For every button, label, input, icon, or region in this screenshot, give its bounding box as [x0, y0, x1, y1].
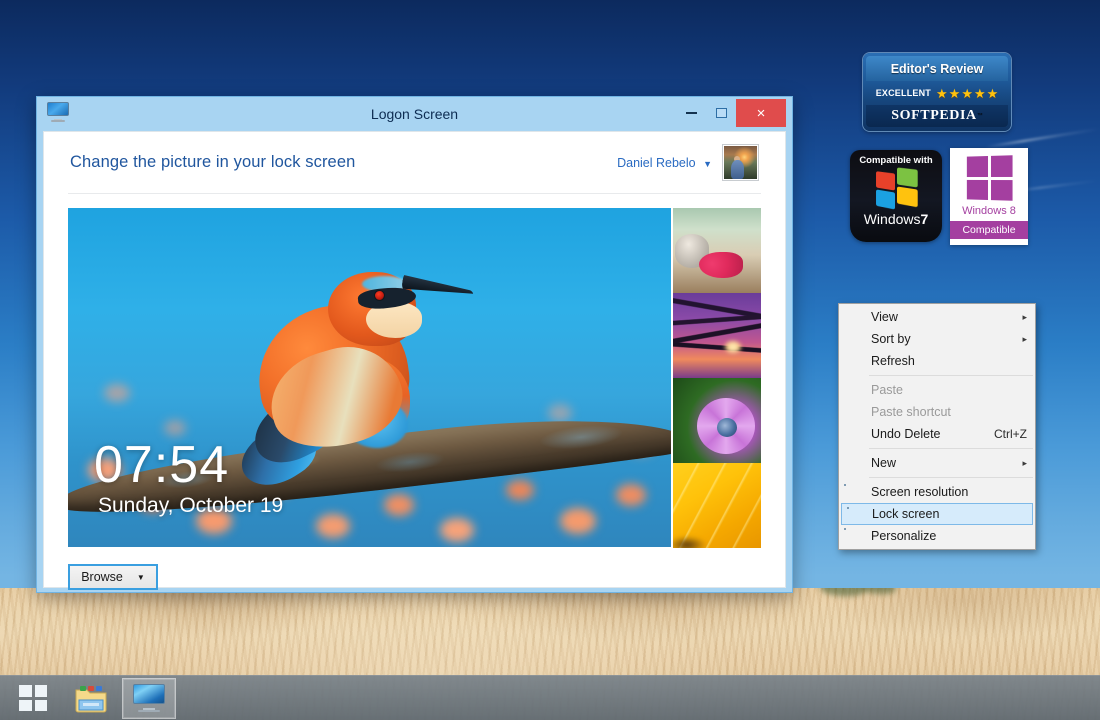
lock-screen-clock: 07:54 Sunday, October 19 — [94, 438, 283, 518]
monitor-blue-icon — [847, 507, 864, 523]
menu-separator — [869, 375, 1033, 376]
menu-item-label: Paste shortcut — [871, 405, 951, 419]
menu-item-label: Refresh — [871, 354, 915, 368]
windows-7-word: Windows — [863, 211, 921, 227]
dune-shrub-icon — [862, 588, 896, 594]
windows-7-badge-name: Windows7 — [864, 211, 929, 227]
menu-item-accelerator: Ctrl+Z — [994, 427, 1027, 441]
menu-item-label: Sort by — [871, 332, 911, 346]
menu-item-label: Paste — [871, 383, 903, 397]
menu-item-paste-shortcut: Paste shortcut — [839, 401, 1035, 423]
chevron-down-icon: ▼ — [703, 158, 712, 169]
softpedia-rating-row: EXCELLENT ★ ★ ★ ★ ★ — [863, 81, 1011, 105]
menu-item-screen-resolution[interactable]: Screen resolution — [839, 481, 1035, 503]
windows-flag-icon — [19, 685, 47, 711]
softpedia-editors-review-badge: Editor's Review EXCELLENT ★ ★ ★ ★ ★ SOFT… — [863, 53, 1011, 131]
windows-7-flag-icon — [874, 167, 920, 210]
star-icon: ★ — [948, 85, 961, 101]
menu-item-sort-by[interactable]: Sort by ▸ — [839, 328, 1035, 350]
monitor-icon — [47, 102, 69, 122]
page-title: Change the picture in your lock screen — [70, 153, 356, 171]
window-content: Change the picture in your lock screen D… — [43, 131, 786, 590]
preview-and-thumbnails: 07:54 Sunday, October 19 — [68, 208, 761, 548]
star-icon: ★ — [986, 85, 999, 101]
monitor-green-icon — [844, 484, 861, 500]
menu-item-lock-screen[interactable]: Lock screen — [841, 503, 1033, 525]
thumbnail-item[interactable] — [673, 378, 761, 463]
folder-icon — [74, 683, 108, 713]
thumbnail-item[interactable] — [673, 293, 761, 378]
menu-item-paste: Paste — [839, 379, 1035, 401]
star-icon: ★ — [961, 85, 973, 101]
start-button[interactable] — [6, 678, 60, 719]
menu-item-refresh[interactable]: Refresh — [839, 350, 1035, 372]
thumbnail-item[interactable] — [673, 208, 761, 293]
thumbnail-item[interactable] — [673, 463, 761, 548]
user-account-dropdown[interactable]: Daniel Rebelo ▼ — [617, 154, 712, 172]
avatar[interactable] — [722, 144, 759, 181]
windows-8-badge-status: Compatible — [950, 221, 1028, 239]
windows-7-badge-top-text: Compatible with — [859, 155, 933, 166]
browse-label: Browse — [81, 570, 123, 584]
maximize-button[interactable] — [706, 99, 736, 127]
desktop-background[interactable]: Editor's Review EXCELLENT ★ ★ ★ ★ ★ SOFT… — [0, 0, 1100, 720]
minimize-button[interactable] — [676, 99, 706, 127]
menu-item-label: Lock screen — [872, 507, 940, 521]
windows-8-compatible-badge: Windows 8 Compatible — [950, 148, 1028, 245]
menu-item-view[interactable]: View ▸ — [839, 306, 1035, 328]
softpedia-title-bar: Editor's Review — [866, 56, 1008, 81]
dune-shrub-icon — [820, 588, 866, 596]
taskbar-item-file-explorer[interactable] — [64, 678, 118, 719]
menu-item-label: Undo Delete — [871, 427, 941, 441]
chevron-down-icon: ▼ — [136, 572, 145, 582]
menu-item-label: Personalize — [871, 529, 937, 543]
taskbar[interactable] — [0, 675, 1100, 720]
browse-button[interactable]: Browse ▼ — [68, 564, 158, 590]
menu-item-label: New — [871, 456, 897, 470]
chevron-right-icon: ▸ — [1022, 333, 1027, 344]
menu-item-personalize[interactable]: Personalize — [839, 525, 1035, 547]
content-footer: Browse ▼ — [68, 564, 761, 590]
softpedia-title: Editor's Review — [890, 61, 984, 76]
user-account-area[interactable]: Daniel Rebelo ▼ — [617, 144, 759, 181]
chevron-right-icon: ▸ — [1022, 457, 1027, 468]
menu-item-new[interactable]: New ▸ — [839, 452, 1035, 474]
taskbar-item-logon-screen[interactable] — [122, 677, 176, 719]
window-title: Logon Screen — [370, 106, 459, 122]
softpedia-rating-label: EXCELLENT — [875, 88, 932, 98]
menu-separator — [869, 477, 1033, 478]
softpedia-star-rating: ★ ★ ★ ★ ★ — [936, 87, 998, 100]
softpedia-brand: SOFTPEDIA — [891, 108, 977, 123]
lock-screen-preview[interactable]: 07:54 Sunday, October 19 — [68, 208, 671, 547]
windows-8-badge-name: Windows 8 — [962, 205, 1016, 217]
menu-item-label: View — [871, 310, 898, 324]
clock-date: Sunday, October 19 — [98, 494, 284, 517]
trademark-symbol: ™ — [976, 113, 983, 119]
desktop-context-menu[interactable]: View ▸ Sort by ▸ Refresh Paste Paste sho… — [838, 303, 1036, 550]
windows-8-flag-icon — [966, 155, 1013, 201]
close-button[interactable]: × — [736, 99, 786, 127]
windows-7-compatible-badge: Compatible with Windows7 — [850, 150, 942, 242]
star-icon: ★ — [936, 85, 948, 101]
menu-item-undo-delete[interactable]: Undo Delete Ctrl+Z — [839, 423, 1035, 445]
menu-item-label: Screen resolution — [871, 485, 969, 499]
window-titlebar[interactable]: Logon Screen × — [43, 97, 786, 131]
content-header: Change the picture in your lock screen D… — [68, 132, 761, 194]
monitor-icon — [133, 684, 165, 712]
logon-screen-window[interactable]: Logon Screen × Change the picture in you… — [36, 96, 793, 593]
thumbnail-strip[interactable] — [673, 208, 761, 548]
menu-separator — [869, 448, 1033, 449]
user-name-label: Daniel Rebelo — [617, 155, 696, 170]
clock-time: 07:54 — [94, 436, 230, 494]
window-controls: × — [676, 99, 786, 127]
chevron-right-icon: ▸ — [1022, 311, 1027, 322]
star-icon: ★ — [973, 85, 986, 101]
softpedia-brand-bar: SOFTPEDIA ™ — [866, 105, 1008, 127]
monitor-brush-icon — [844, 528, 861, 544]
windows-7-version: 7 — [920, 211, 929, 227]
contrail-streak-icon — [985, 128, 1100, 148]
